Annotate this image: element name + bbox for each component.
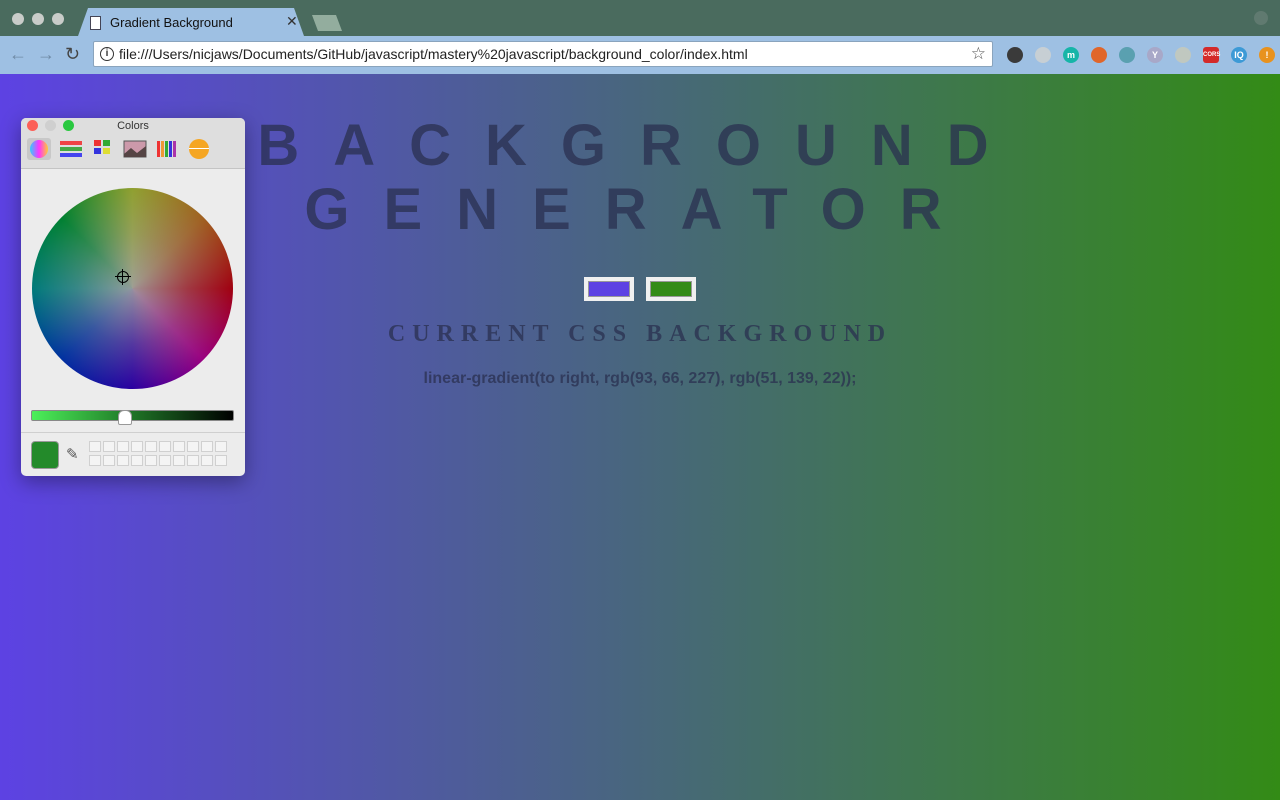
saved-color-cell[interactable]	[89, 441, 101, 452]
info-icon[interactable]: i	[100, 47, 114, 61]
saved-color-cell[interactable]	[89, 455, 101, 466]
alert-extension-icon[interactable]: !	[1259, 47, 1275, 63]
fire-extension-icon[interactable]	[1091, 47, 1107, 63]
profile-icon[interactable]	[1254, 11, 1268, 25]
saved-color-cell[interactable]	[117, 455, 129, 466]
tab-close-icon[interactable]: ✕	[286, 13, 298, 30]
brightness-slider-thumb[interactable]	[118, 410, 132, 425]
saved-color-cell[interactable]	[201, 441, 213, 452]
forward-arrow-icon[interactable]: →	[37, 44, 55, 64]
saved-color-cell[interactable]	[187, 455, 199, 466]
m-extension-icon[interactable]: m	[1063, 47, 1079, 63]
saved-color-cell[interactable]	[215, 441, 227, 452]
color-sliders-tab[interactable]	[59, 138, 83, 160]
browser-titlebar: Gradient Background ✕	[0, 0, 1280, 36]
color-palettes-tab[interactable]	[91, 138, 115, 160]
close-window-button[interactable]	[12, 13, 24, 25]
saved-color-cell[interactable]	[145, 455, 157, 466]
minimize-window-button[interactable]	[32, 13, 44, 25]
reload-icon[interactable]: ↻	[65, 44, 80, 64]
saved-color-cell[interactable]	[103, 455, 115, 466]
saved-color-cell[interactable]	[131, 455, 143, 466]
saved-color-cell[interactable]	[201, 455, 213, 466]
color-wheel-tab[interactable]	[27, 138, 51, 160]
url-text[interactable]: file:///Users/nicjaws/Documents/GitHub/j…	[119, 46, 748, 62]
color-wheel[interactable]	[32, 188, 233, 389]
color2-swatch	[650, 281, 692, 297]
new-tab-button[interactable]	[312, 15, 342, 31]
target-extension-icon[interactable]	[1175, 47, 1191, 63]
saved-color-cell[interactable]	[159, 455, 171, 466]
brightness-slider[interactable]	[31, 410, 234, 421]
crayons-tab[interactable]	[187, 138, 211, 160]
saved-colors-grid	[89, 441, 229, 467]
zoom-window-button[interactable]	[52, 13, 64, 25]
saved-color-cell[interactable]	[173, 455, 185, 466]
saved-color-cell[interactable]	[187, 441, 199, 452]
address-bar[interactable]: i file:///Users/nicjaws/Documents/GitHub…	[93, 41, 993, 67]
saved-color-cell[interactable]	[159, 441, 171, 452]
y-extension-icon[interactable]: Y	[1147, 47, 1163, 63]
color2-input[interactable]	[646, 277, 696, 301]
back-arrow-icon[interactable]: ←	[9, 44, 27, 64]
saved-color-cell[interactable]	[103, 441, 115, 452]
browser-tab[interactable]: Gradient Background ✕	[78, 8, 304, 36]
document-icon	[90, 16, 101, 30]
pencils-tab[interactable]	[155, 138, 179, 160]
sync-extension-icon[interactable]	[1035, 47, 1051, 63]
panel-divider	[21, 432, 245, 433]
current-color-swatch[interactable]	[31, 441, 59, 469]
eyedropper-extension-icon[interactable]	[1007, 47, 1023, 63]
colors-panel-title: Colors	[117, 120, 149, 132]
eyedropper-icon[interactable]: ✎	[66, 445, 79, 463]
image-palettes-tab[interactable]	[123, 138, 147, 160]
colors-panel: Colors ✎	[21, 118, 245, 476]
saved-color-cell[interactable]	[131, 441, 143, 452]
bookmark-star-icon[interactable]: ☆	[971, 44, 986, 64]
saved-color-cell[interactable]	[117, 441, 129, 452]
color-wheel-crosshair[interactable]	[115, 269, 131, 285]
browser-toolbar: ← → ↻ i file:///Users/nicjaws/Documents/…	[0, 36, 1280, 74]
iq-extension-icon[interactable]: IQ	[1231, 47, 1247, 63]
saved-color-cell[interactable]	[215, 455, 227, 466]
tab-title: Gradient Background	[110, 15, 233, 30]
color1-input[interactable]	[584, 277, 634, 301]
colors-panel-header: Colors	[21, 118, 245, 169]
react-extension-icon[interactable]	[1119, 47, 1135, 63]
saved-color-cell[interactable]	[173, 441, 185, 452]
saved-color-cell[interactable]	[145, 441, 157, 452]
color1-swatch	[588, 281, 630, 297]
cors-extension-icon[interactable]: CORS	[1203, 47, 1220, 63]
